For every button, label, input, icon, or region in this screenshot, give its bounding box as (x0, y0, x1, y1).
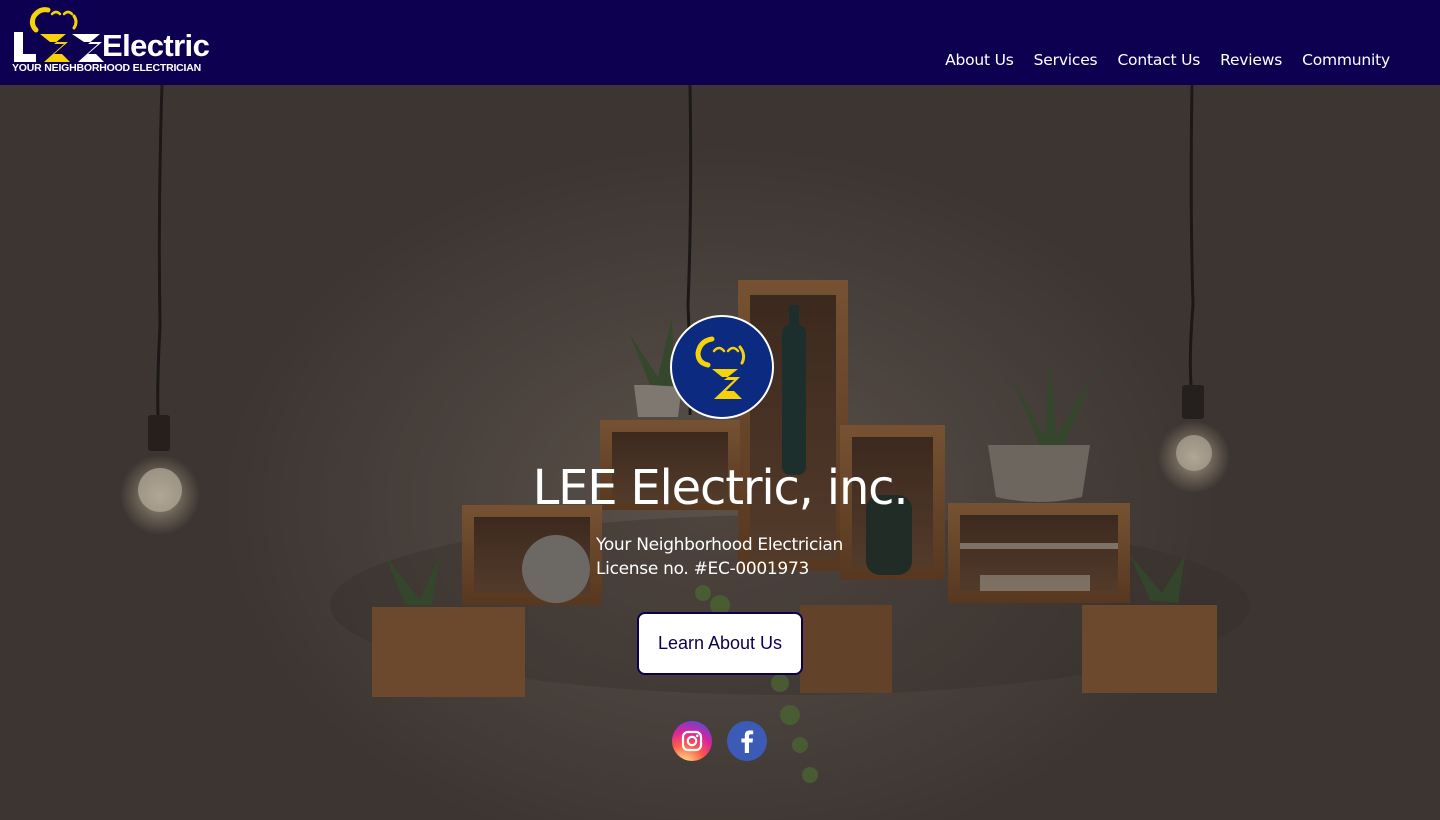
instagram-glyph (681, 730, 703, 752)
nav-about-us[interactable]: About Us (945, 49, 1014, 71)
main-nav: About Us Services Contact Us Reviews Com… (945, 49, 1390, 71)
lee-mascot-icon (695, 336, 746, 399)
nav-community[interactable]: Community (1302, 49, 1390, 71)
facebook-glyph (741, 730, 754, 753)
hero-section (0, 85, 1440, 820)
learn-about-us-button[interactable]: Learn About Us (637, 612, 803, 675)
logo-tagline: YOUR NEIGHBORHOOD ELECTRICIAN (12, 62, 202, 74)
license-number: License no. #EC-0001973 (596, 559, 809, 579)
nav-services[interactable]: Services (1034, 49, 1098, 71)
hero-subtitle: Your Neighborhood Electrician (596, 535, 844, 555)
site-logo[interactable]: Electric YOUR NEIGHBORHOOD ELECTRICIAN (10, 4, 235, 76)
facebook-icon[interactable] (727, 721, 767, 761)
hero-title: LEE Electric, inc. (532, 460, 909, 516)
logo-mark (14, 7, 104, 62)
instagram-icon[interactable] (672, 721, 712, 761)
hero-subtitle-block: Your Neighborhood Electrician License no… (596, 533, 843, 581)
hero-logo-badge (670, 315, 774, 419)
site-header: Electric YOUR NEIGHBORHOOD ELECTRICIAN A… (0, 0, 1440, 85)
hero-dark-overlay (0, 85, 1440, 820)
nav-contact-us[interactable]: Contact Us (1117, 49, 1200, 71)
logo-wordmark: Electric (102, 28, 210, 63)
nav-reviews[interactable]: Reviews (1220, 49, 1282, 71)
